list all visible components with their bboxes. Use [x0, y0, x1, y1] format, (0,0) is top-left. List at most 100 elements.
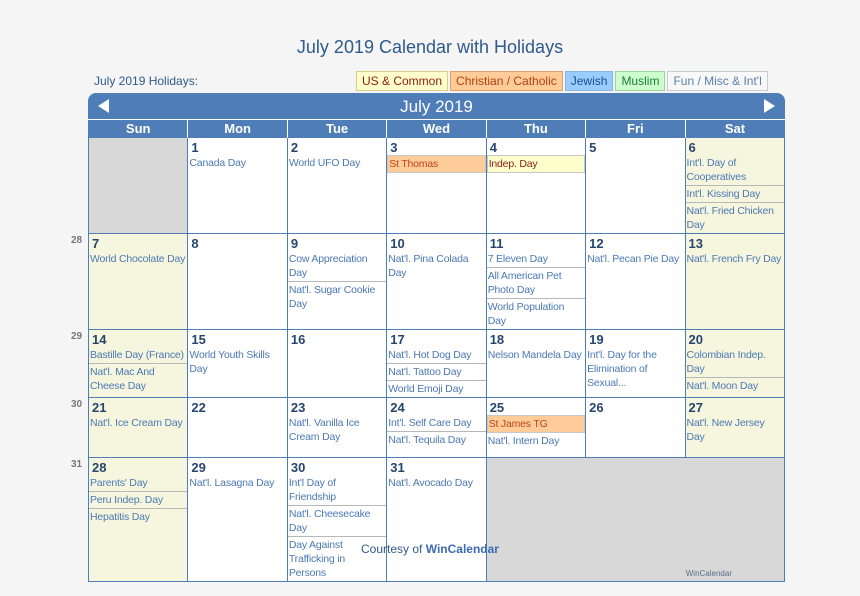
holiday-event[interactable]: Hepatitis Day	[89, 509, 187, 525]
holiday-event[interactable]: St James TG	[486, 415, 586, 433]
holiday-event[interactable]: Bastille Day (France)	[89, 347, 188, 364]
holiday-event[interactable]: Nat'l. Vanilla Ice Cream Day	[288, 415, 386, 445]
day-cell[interactable]: 18 Nelson Mandela Day	[485, 329, 587, 398]
legend: US & Common Christian / Catholic Jewish …	[356, 71, 768, 91]
legend-fun-misc[interactable]: Fun / Misc & Int'l	[667, 71, 768, 91]
day-number: 1	[191, 140, 199, 155]
day-cell[interactable]: 13 Nat'l. French Fry Day	[684, 233, 786, 330]
holiday-event[interactable]: Nat'l. Pina Colada Day	[387, 251, 485, 281]
legend-christian-catholic[interactable]: Christian / Catholic	[450, 71, 563, 91]
day-cell[interactable]: 20 Colombian Indep. Day Nat'l. Moon Day	[684, 329, 786, 398]
holiday-event[interactable]: Cow Appreciation Day	[287, 251, 387, 282]
day-cell[interactable]: 2 World UFO Day	[286, 137, 388, 234]
day-cell[interactable]: 4 Indep. Day	[485, 137, 587, 234]
holiday-event[interactable]: Nat'l. Hot Dog Day	[387, 347, 486, 364]
day-cell[interactable]: 30 Int'l Day of Friendship Nat'l. Cheeseca…	[286, 457, 388, 582]
holiday-event[interactable]: Peru Indep. Day	[89, 492, 188, 509]
day-number: 22	[191, 400, 206, 415]
holiday-event[interactable]: Nat'l. Cheesecake Day	[287, 506, 387, 537]
holiday-event[interactable]: Canada Day	[188, 155, 286, 171]
day-cell[interactable]: 15 World Youth Skills Day	[187, 329, 288, 398]
wincalendar-link[interactable]: WinCalendar	[426, 542, 499, 556]
holidays-label: July 2019 Holidays:	[94, 74, 199, 88]
weekday-header: Sun	[87, 119, 188, 138]
legend-us-common[interactable]: US & Common	[356, 71, 449, 91]
holiday-event[interactable]: Nat'l. Tequila Day	[387, 432, 485, 448]
holiday-event[interactable]: Nat'l. Ice Cream Day	[89, 415, 187, 431]
holiday-event[interactable]: Nat'l. French Fry Day	[686, 251, 784, 267]
holiday-event[interactable]: Int'l Day of Friendship	[287, 475, 387, 506]
day-cell[interactable]: 11 7 Eleven Day All American Pet Photo Day…	[485, 233, 587, 330]
day-cell[interactable]: 10 Nat'l. Pina Colada Day	[386, 233, 487, 330]
holiday-event[interactable]: World Youth Skills Day	[188, 347, 286, 377]
holiday-event[interactable]: Nat'l. Fried Chicken Day	[686, 203, 784, 233]
day-cell[interactable]: 8	[187, 233, 288, 330]
day-number: 12	[589, 236, 604, 251]
holiday-event[interactable]: Nat'l. Mac And Cheese Day	[89, 364, 187, 394]
holiday-event[interactable]: Nat'l. Sugar Cookie Day	[288, 282, 386, 312]
day-cell[interactable]: 23 Nat'l. Vanilla Ice Cream Day	[286, 397, 388, 458]
holiday-event[interactable]: Nat'l. Lasagna Day	[188, 475, 286, 491]
holiday-event[interactable]: World Population Day	[487, 299, 585, 329]
holiday-event[interactable]: World Emoji Day	[387, 381, 485, 397]
holiday-event[interactable]: Int'l. Day for the Elimination of Sexual…	[586, 347, 684, 391]
day-number: 8	[191, 236, 199, 251]
day-number: 5	[589, 140, 597, 155]
day-number: 27	[688, 400, 703, 415]
holiday-event[interactable]: Nat'l. Pecan Pie Day	[586, 251, 684, 267]
day-cell[interactable]: 6 Int'l. Day of Cooperatives Int'l. Kissin…	[684, 137, 786, 234]
triangle-left-icon[interactable]	[98, 99, 109, 113]
holiday-event[interactable]: Nelson Mandela Day	[487, 347, 585, 363]
day-number: 15	[191, 332, 206, 347]
day-number: 24	[390, 400, 405, 415]
day-cell[interactable]: 30 21 Nat'l. Ice Cream Day	[71, 397, 189, 458]
day-cell[interactable]: 24 Int'l. Self Care Day Nat'l. Tequila Day	[386, 397, 487, 458]
day-cell[interactable]: 3 St Thomas	[386, 137, 487, 234]
day-number: 14	[92, 332, 107, 347]
day-cell[interactable]: 1 Canada Day	[187, 137, 288, 234]
holiday-event[interactable]: Int'l. Self Care Day	[387, 415, 486, 432]
week-row: 1 Canada Day 2 World UFO Day 3 St Thomas 4 Inde…	[87, 137, 786, 234]
day-cell[interactable]: 31 Nat'l. Avocado Day	[386, 457, 487, 582]
day-cell[interactable]: 28 7 World Chocolate Day	[71, 233, 189, 330]
day-number: 3	[390, 140, 398, 155]
holiday-event[interactable]: Nat'l. Intern Day	[487, 433, 585, 449]
day-cell[interactable]: 16	[286, 329, 388, 398]
holiday-event[interactable]: Colombian Indep. Day	[685, 347, 784, 378]
holiday-event[interactable]: All American Pet Photo Day	[486, 268, 586, 299]
day-number: 7	[92, 236, 100, 251]
holiday-event[interactable]: Nat'l. New Jersey Day	[686, 415, 784, 445]
holiday-event[interactable]: World Chocolate Day	[89, 251, 187, 267]
legend-muslim[interactable]: Muslim	[615, 71, 666, 91]
holiday-event[interactable]: Nat'l. Tattoo Day	[387, 364, 486, 381]
holiday-event[interactable]: Int'l. Kissing Day	[685, 186, 784, 203]
day-cell[interactable]: 29 Nat'l. Lasagna Day	[187, 457, 288, 582]
day-number: 25	[489, 400, 505, 415]
day-cell[interactable]: 31 28 Parents' Day Peru Indep. Day Hepatitis…	[71, 457, 189, 582]
weekday-header: Wed	[386, 119, 487, 138]
day-cell[interactable]: 19 Int'l. Day for the Elimination of Sexu…	[585, 329, 686, 398]
day-cell[interactable]: 5	[585, 137, 686, 234]
holiday-event[interactable]: Nat'l. Avocado Day	[387, 475, 485, 491]
weekday-header: Mon	[187, 119, 288, 138]
legend-jewish[interactable]: Jewish	[564, 71, 614, 91]
holiday-event[interactable]: 7 Eleven Day	[486, 251, 586, 268]
holiday-event[interactable]: World UFO Day	[288, 155, 386, 171]
week-row: 30 21 Nat'l. Ice Cream Day 22 23 Nat'l. Vanil…	[71, 397, 786, 458]
courtesy-prefix: Courtesy of	[361, 542, 423, 556]
day-cell[interactable]: 25 St James TG Nat'l. Intern Day	[485, 397, 587, 458]
triangle-right-icon[interactable]	[764, 99, 775, 113]
holiday-event[interactable]: Parents' Day	[89, 475, 188, 492]
day-cell[interactable]: 12 Nat'l. Pecan Pie Day	[585, 233, 686, 330]
day-cell[interactable]: 22	[187, 397, 288, 458]
holiday-event[interactable]: St Thomas	[387, 155, 486, 173]
holiday-event[interactable]: Nat'l. Moon Day	[686, 378, 784, 394]
day-cell[interactable]: 26	[585, 397, 686, 458]
holiday-event[interactable]: Int'l. Day of Cooperatives	[685, 155, 784, 186]
day-cell[interactable]: 17 Nat'l. Hot Dog Day Nat'l. Tattoo Day Wor…	[386, 329, 487, 398]
day-cell[interactable]: 29 14 Bastille Day (France) Nat'l. Mac And …	[71, 329, 189, 398]
day-cell[interactable]: 27 Nat'l. New Jersey Day	[684, 397, 786, 458]
day-cell[interactable]: 9 Cow Appreciation Day Nat'l. Sugar Cookie…	[286, 233, 388, 330]
holiday-event[interactable]: Indep. Day	[486, 155, 586, 173]
day-number: 26	[589, 400, 604, 415]
